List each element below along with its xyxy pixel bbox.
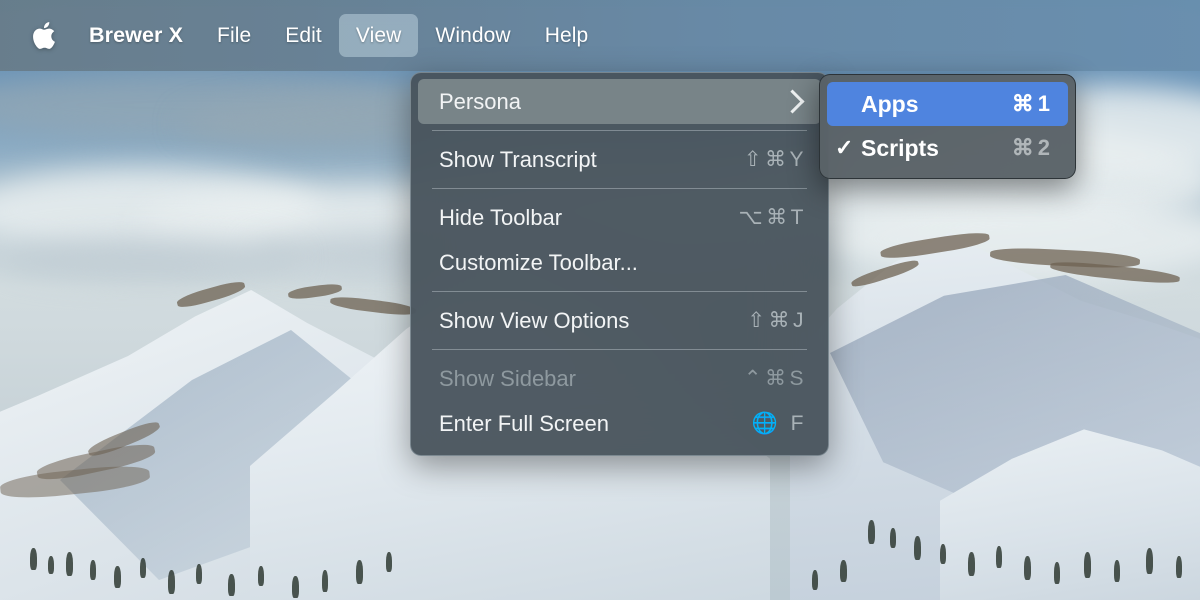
- menu-bar-item-edit[interactable]: Edit: [268, 14, 339, 57]
- menu-item-show-transcript[interactable]: Show Transcript ⇧⌘Y: [418, 137, 821, 182]
- menu-item-label: Enter Full Screen: [439, 411, 734, 437]
- menu-bar-item-window[interactable]: Window: [418, 14, 527, 57]
- submenu-item-label: Scripts: [861, 135, 996, 162]
- chevron-right-icon: [780, 89, 804, 113]
- menu-item-shortcut: ⇧⌘J: [747, 308, 807, 333]
- view-dropdown-menu: Persona Show Transcript ⇧⌘Y Hide Toolbar…: [410, 72, 829, 456]
- menu-item-enter-full-screen[interactable]: Enter Full Screen 🌐 F: [418, 401, 821, 446]
- menu-bar-item-help[interactable]: Help: [528, 14, 606, 57]
- menu-bar-item-app-name[interactable]: Brewer X: [72, 14, 200, 58]
- menu-item-shortcut: ⇧⌘Y: [744, 147, 807, 172]
- persona-submenu: Apps ⌘1 ✓ Scripts ⌘2: [819, 74, 1076, 179]
- menu-separator: [432, 349, 807, 350]
- menu-separator: [432, 130, 807, 131]
- submenu-item-shortcut: ⌘2: [1012, 135, 1054, 161]
- menu-item-persona[interactable]: Persona: [418, 79, 821, 124]
- menu-bar-item-view[interactable]: View: [339, 14, 419, 57]
- menu-separator: [432, 188, 807, 189]
- menu-item-label: Show Sidebar: [439, 366, 726, 392]
- menu-separator: [432, 291, 807, 292]
- checkmark-icon: ✓: [835, 135, 861, 161]
- submenu-item-apps[interactable]: Apps ⌘1: [827, 82, 1068, 126]
- menu-item-customize-toolbar[interactable]: Customize Toolbar...: [418, 240, 821, 285]
- menu-bar: Brewer X File Edit View Window Help: [0, 0, 1200, 71]
- apple-logo-icon[interactable]: [30, 21, 56, 51]
- menu-item-label: Persona: [439, 89, 784, 115]
- menu-bar-item-file[interactable]: File: [200, 14, 268, 57]
- menu-item-label: Show View Options: [439, 308, 729, 334]
- menu-item-shortcut: ⌥⌘T: [738, 205, 807, 230]
- menu-item-show-view-options[interactable]: Show View Options ⇧⌘J: [418, 298, 821, 343]
- menu-item-label: Hide Toolbar: [439, 205, 720, 231]
- submenu-item-shortcut: ⌘1: [1012, 91, 1054, 117]
- submenu-item-label: Apps: [861, 91, 996, 118]
- menu-item-label: Show Transcript: [439, 147, 726, 173]
- menu-item-shortcut: 🌐 F: [752, 412, 807, 436]
- submenu-item-scripts[interactable]: ✓ Scripts ⌘2: [827, 126, 1068, 170]
- menu-item-hide-toolbar[interactable]: Hide Toolbar ⌥⌘T: [418, 195, 821, 240]
- menu-item-show-sidebar: Show Sidebar ⌃⌘S: [418, 356, 821, 401]
- menu-item-shortcut: ⌃⌘S: [744, 366, 807, 391]
- desktop-screen: Brewer X File Edit View Window Help Pers…: [0, 0, 1200, 600]
- menu-item-label: Customize Toolbar...: [439, 250, 789, 276]
